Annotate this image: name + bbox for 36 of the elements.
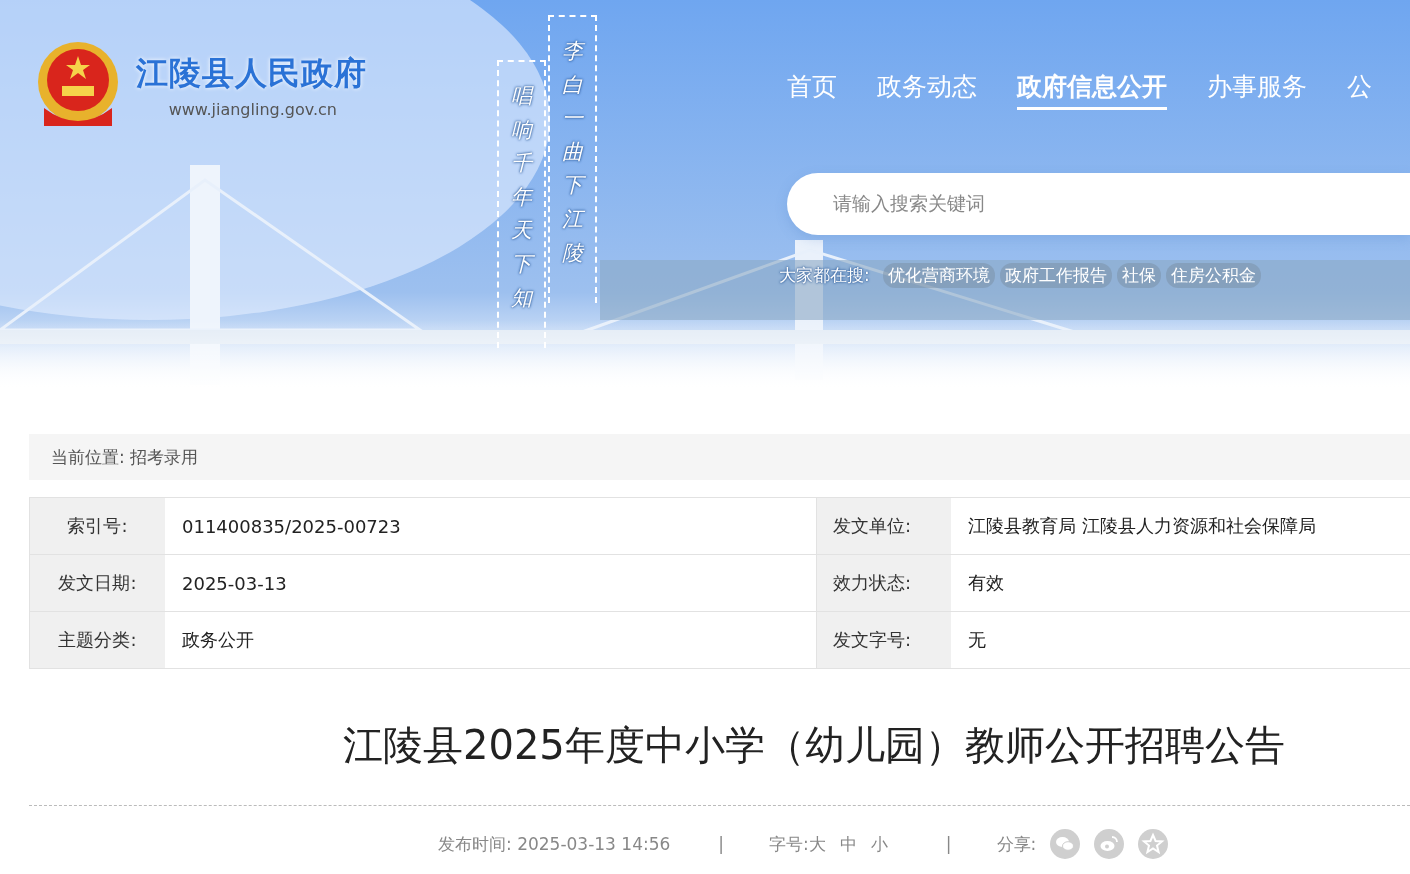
search-tag[interactable]: 社保: [1116, 263, 1161, 288]
nav-tab[interactable]: 公: [1347, 70, 1372, 110]
field-value: 有效: [967, 571, 1005, 595]
font-size-link[interactable]: 大: [808, 832, 826, 856]
site-url: www.jiangling.gov.cn: [168, 100, 337, 119]
separator: |: [718, 834, 725, 854]
field-value: 无: [967, 628, 987, 652]
field-label: 发文单位:: [817, 498, 951, 554]
hot-search-label: 大家都在搜:: [779, 264, 870, 287]
nav-tab[interactable]: 办事服务: [1207, 70, 1307, 110]
field-label: 发文字号:: [817, 612, 951, 668]
search-tag[interactable]: 住房公积金: [1165, 263, 1261, 288]
search-tag[interactable]: 政府工作报告: [999, 263, 1112, 288]
site-title: 江陵县人民政府: [136, 53, 367, 94]
field-label: 索引号:: [30, 498, 165, 554]
breadcrumb: 当前位置: 招考录用: [51, 445, 199, 469]
poem-line: 唱响千年天下知: [497, 60, 546, 348]
search-field[interactable]: 请输入搜索关键词: [787, 173, 1410, 235]
poem-line: 李白一曲下江陵: [548, 15, 597, 303]
font-size-link[interactable]: 小: [870, 832, 888, 856]
publish-time: 发布时间: 2025-03-13 14:56: [438, 832, 671, 856]
font-size-link[interactable]: 中: [839, 832, 857, 856]
nav-tab[interactable]: 政务动态: [877, 70, 977, 110]
field-value: 江陵县教育局 江陵县人力资源和社会保障局: [967, 514, 1317, 538]
field-label: 效力状态:: [817, 555, 951, 611]
search-tag[interactable]: 优化营商环境: [882, 263, 995, 288]
nav-tab[interactable]: 首页: [787, 70, 837, 110]
font-size-label: 字号:: [769, 832, 809, 856]
field-label: 发文日期:: [30, 555, 165, 611]
nav-tab[interactable]: 政府信息公开: [1017, 70, 1167, 110]
separator: |: [945, 834, 952, 854]
wechat-icon[interactable]: [1050, 829, 1081, 859]
share-label: 分享:: [996, 832, 1037, 856]
field-label: 主题分类:: [30, 612, 165, 668]
article-title: 江陵县2025年度中小学（幼儿园）教师公开招聘公告: [343, 721, 1286, 769]
weibo-icon[interactable]: [1094, 829, 1125, 859]
